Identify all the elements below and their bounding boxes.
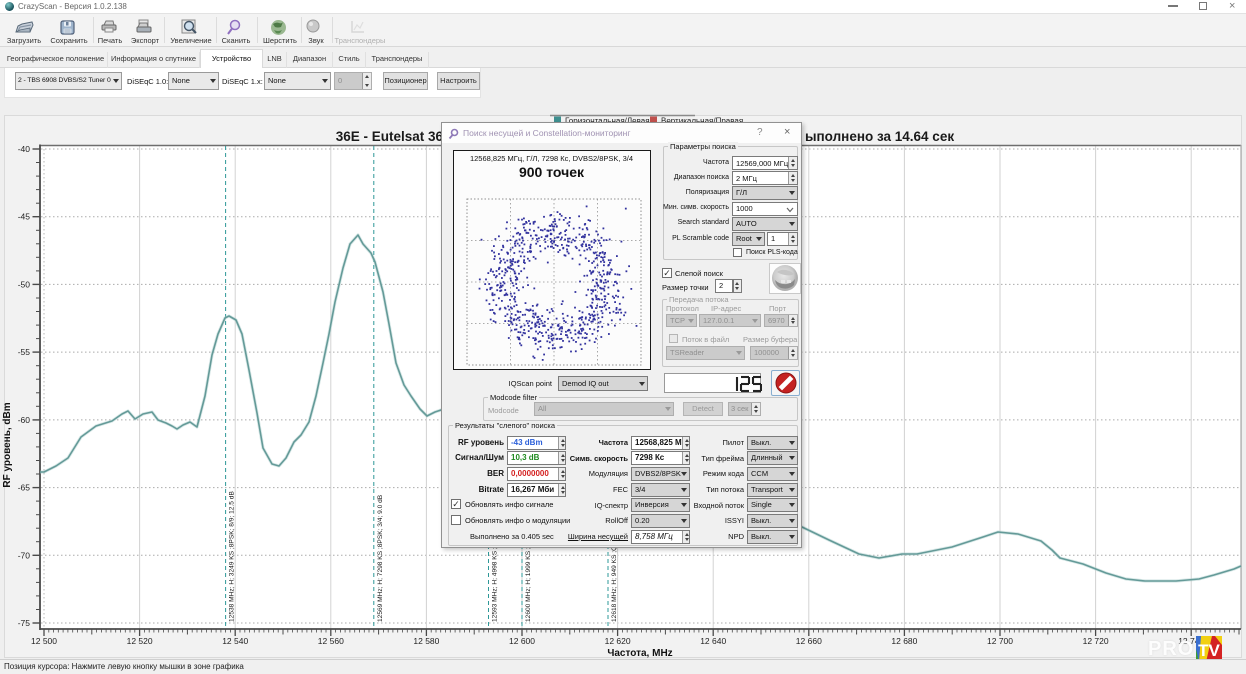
svg-text:12 560: 12 560 [318,636,344,646]
svg-text:12 540: 12 540 [222,636,248,646]
svg-text:12 500: 12 500 [31,636,57,646]
svg-text:-75: -75 [18,618,31,628]
svg-text:36E - Eutelsat 36: 36E - Eutelsat 36 [336,129,444,144]
svg-text:12 600: 12 600 [509,636,535,646]
svg-text:ыполнено за 14.64 сек: ыполнено за 14.64 сек [805,129,954,144]
svg-text:-45: -45 [18,212,31,222]
svg-text:12 620: 12 620 [605,636,631,646]
svg-text:12 660: 12 660 [796,636,822,646]
svg-text:12569 MHz; H; 7298 KS ;8PSK; 3: 12569 MHz; H; 7298 KS ;8PSK; 3/4; 9.0 dB [377,494,384,622]
svg-text:12 580: 12 580 [413,636,439,646]
svg-text:-70: -70 [18,550,31,560]
svg-text:12 640: 12 640 [700,636,726,646]
svg-text:-65: -65 [18,483,31,493]
svg-text:-60: -60 [18,415,31,425]
svg-text:12538 MHz; H; 3249 KS ;8PSK; 8: 12538 MHz; H; 3249 KS ;8PSK; 8/9; 12.5 d… [229,491,236,622]
svg-text:-40: -40 [18,144,31,154]
svg-text:RF уровень, dBm: RF уровень, dBm [2,402,13,487]
svg-text:-55: -55 [18,347,31,357]
svg-text:12 720: 12 720 [1083,636,1109,646]
svg-text:12 520: 12 520 [127,636,153,646]
svg-text:TV: TV [1198,641,1220,660]
svg-text:12 680: 12 680 [891,636,917,646]
svg-text:Частота, MHz: Частота, MHz [607,648,672,658]
svg-text:-50: -50 [18,279,31,289]
svg-text:12 700: 12 700 [987,636,1013,646]
